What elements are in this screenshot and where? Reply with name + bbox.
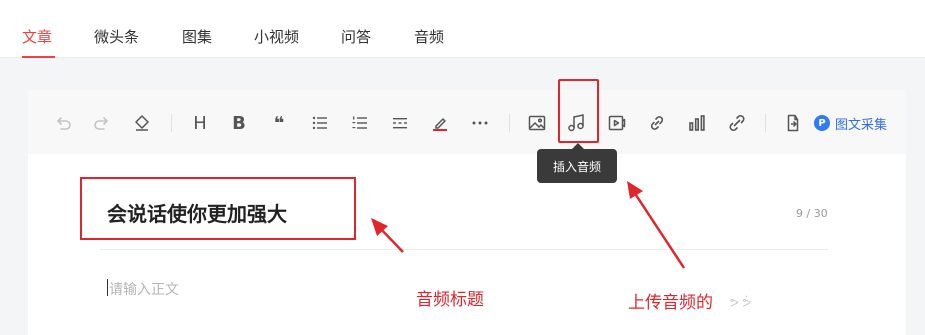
audio-button-highlight	[558, 79, 599, 143]
editor-toolbar: H B ❝ P 图文采集	[28, 90, 906, 154]
undo-icon[interactable]	[50, 110, 76, 136]
import-document-icon[interactable]	[780, 110, 806, 136]
top-tab-bar: 文章 微头条 图集 小视频 问答 音频	[0, 0, 925, 58]
toolbar-divider	[765, 114, 766, 132]
tab-gallery[interactable]: 图集	[182, 26, 212, 47]
tab-short-video[interactable]: 小视频	[254, 26, 299, 47]
image-text-collect-button[interactable]: P 图文采集	[814, 112, 887, 134]
audio-title-annotation: 音频标题	[416, 290, 484, 310]
numbered-list-icon[interactable]	[347, 110, 373, 136]
card-link-icon[interactable]	[724, 110, 750, 136]
article-title-input[interactable]: 会说话使你更加强大	[107, 198, 287, 227]
watermark: ᕗ ᕘ	[730, 296, 752, 310]
text-cursor	[107, 279, 108, 296]
toolbar-divider	[171, 114, 172, 132]
redo-icon[interactable]	[89, 110, 115, 136]
tab-qa[interactable]: 问答	[341, 26, 371, 47]
title-char-count: 9 / 30	[796, 207, 828, 220]
vote-chart-icon[interactable]	[684, 110, 710, 136]
bullet-list-icon[interactable]	[307, 110, 333, 136]
active-tab-indicator	[22, 56, 55, 58]
link-icon[interactable]	[644, 110, 670, 136]
horizontal-rule-icon[interactable]	[387, 110, 413, 136]
upload-audio-annotation: 上传音频的	[628, 293, 713, 313]
more-icon[interactable]	[467, 110, 493, 136]
title-divider	[100, 249, 828, 250]
collect-p-icon: P	[814, 115, 830, 131]
collect-label: 图文采集	[835, 117, 888, 133]
bold-button[interactable]: B	[226, 110, 252, 136]
toolbar-divider	[509, 114, 510, 132]
tab-micro-headline[interactable]: 微头条	[94, 26, 139, 47]
heading-button[interactable]: H	[187, 110, 213, 136]
image-icon[interactable]	[524, 110, 550, 136]
tab-audio[interactable]: 音频	[414, 26, 444, 47]
clear-format-icon[interactable]	[129, 110, 155, 136]
video-icon[interactable]	[604, 110, 630, 136]
quote-button[interactable]: ❝	[266, 110, 292, 136]
article-body-input[interactable]: 请输入正文	[109, 279, 179, 299]
insert-audio-tooltip: 插入音频	[537, 149, 617, 183]
highlight-icon[interactable]	[427, 110, 453, 136]
tab-article[interactable]: 文章	[22, 26, 52, 47]
